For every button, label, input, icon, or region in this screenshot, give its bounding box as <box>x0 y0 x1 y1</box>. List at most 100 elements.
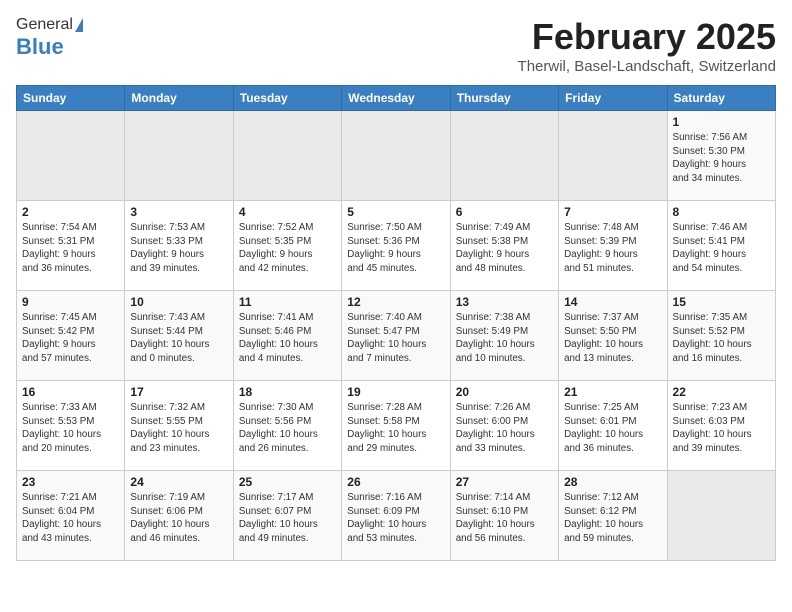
day-number: 9 <box>22 295 119 309</box>
day-number: 19 <box>347 385 444 399</box>
calendar-day: 1 Sunrise: 7:56 AM Sunset: 5:30 PM Daylig… <box>667 111 775 201</box>
logo-text: General Blue <box>16 16 83 60</box>
header-tuesday: Tuesday <box>233 86 341 111</box>
day-info: Sunrise: 7:28 AM Sunset: 5:58 PM Dayligh… <box>347 401 444 456</box>
day-info: Sunrise: 7:43 AM Sunset: 5:44 PM Dayligh… <box>130 311 227 366</box>
calendar-week-2: 2 Sunrise: 7:54 AM Sunset: 5:31 PM Daylig… <box>17 201 776 291</box>
day-number: 14 <box>564 295 661 309</box>
day-info: Sunrise: 7:14 AM Sunset: 6:10 PM Dayligh… <box>456 491 553 546</box>
day-number: 11 <box>239 295 336 309</box>
day-info: Sunrise: 7:50 AM Sunset: 5:36 PM Dayligh… <box>347 221 444 276</box>
calendar-day: 3 Sunrise: 7:53 AM Sunset: 5:33 PM Daylig… <box>125 201 233 291</box>
calendar-day: 4 Sunrise: 7:52 AM Sunset: 5:35 PM Daylig… <box>233 201 341 291</box>
day-info: Sunrise: 7:12 AM Sunset: 6:12 PM Dayligh… <box>564 491 661 546</box>
calendar-day: 11 Sunrise: 7:41 AM Sunset: 5:46 PM Dayli… <box>233 291 341 381</box>
day-number: 26 <box>347 475 444 489</box>
day-number: 8 <box>673 205 770 219</box>
day-info: Sunrise: 7:40 AM Sunset: 5:47 PM Dayligh… <box>347 311 444 366</box>
day-info: Sunrise: 7:37 AM Sunset: 5:50 PM Dayligh… <box>564 311 661 366</box>
day-number: 2 <box>22 205 119 219</box>
calendar-day: 27Sunrise: 7:14 AM Sunset: 6:10 PM Dayli… <box>450 471 558 561</box>
day-number: 21 <box>564 385 661 399</box>
calendar-day: 17 Sunrise: 7:32 AM Sunset: 5:55 PM Dayli… <box>125 381 233 471</box>
calendar-day: 7Sunrise: 7:48 AM Sunset: 5:39 PM Daylig… <box>559 201 667 291</box>
calendar-day: 15 Sunrise: 7:35 AM Sunset: 5:52 PM Dayli… <box>667 291 775 381</box>
calendar-week-5: 23 Sunrise: 7:21 AM Sunset: 6:04 PM Dayli… <box>17 471 776 561</box>
day-number: 18 <box>239 385 336 399</box>
day-number: 7 <box>564 205 661 219</box>
header-friday: Friday <box>559 86 667 111</box>
calendar-day <box>667 471 775 561</box>
day-info: Sunrise: 7:16 AM Sunset: 6:09 PM Dayligh… <box>347 491 444 546</box>
calendar-day: 9 Sunrise: 7:45 AM Sunset: 5:42 PM Daylig… <box>17 291 125 381</box>
day-number: 25 <box>239 475 336 489</box>
location-title: Therwil, Basel-Landschaft, Switzerland <box>518 58 776 75</box>
logo: General Blue <box>16 16 83 60</box>
calendar-week-4: 16Sunrise: 7:33 AM Sunset: 5:53 PM Dayli… <box>17 381 776 471</box>
header-monday: Monday <box>125 86 233 111</box>
day-number: 15 <box>673 295 770 309</box>
calendar-day: 28 Sunrise: 7:12 AM Sunset: 6:12 PM Dayli… <box>559 471 667 561</box>
day-info: Sunrise: 7:30 AM Sunset: 5:56 PM Dayligh… <box>239 401 336 456</box>
calendar-day: 22 Sunrise: 7:23 AM Sunset: 6:03 PM Dayli… <box>667 381 775 471</box>
day-info: Sunrise: 7:25 AM Sunset: 6:01 PM Dayligh… <box>564 401 661 456</box>
day-info: Sunrise: 7:26 AM Sunset: 6:00 PM Dayligh… <box>456 401 553 456</box>
month-title: February 2025 <box>518 16 776 58</box>
header-sunday: Sunday <box>17 86 125 111</box>
day-number: 28 <box>564 475 661 489</box>
day-number: 10 <box>130 295 227 309</box>
calendar-day <box>342 111 450 201</box>
day-number: 1 <box>673 115 770 129</box>
calendar-day <box>17 111 125 201</box>
calendar-day: 12 Sunrise: 7:40 AM Sunset: 5:47 PM Dayli… <box>342 291 450 381</box>
calendar-day: 18 Sunrise: 7:30 AM Sunset: 5:56 PM Dayli… <box>233 381 341 471</box>
day-info: Sunrise: 7:53 AM Sunset: 5:33 PM Dayligh… <box>130 221 227 276</box>
calendar-week-3: 9 Sunrise: 7:45 AM Sunset: 5:42 PM Daylig… <box>17 291 776 381</box>
day-number: 20 <box>456 385 553 399</box>
day-info: Sunrise: 7:19 AM Sunset: 6:06 PM Dayligh… <box>130 491 227 546</box>
day-info: Sunrise: 7:38 AM Sunset: 5:49 PM Dayligh… <box>456 311 553 366</box>
day-info: Sunrise: 7:35 AM Sunset: 5:52 PM Dayligh… <box>673 311 770 366</box>
day-info: Sunrise: 7:56 AM Sunset: 5:30 PM Dayligh… <box>673 131 770 186</box>
calendar-day: 24 Sunrise: 7:19 AM Sunset: 6:06 PM Dayli… <box>125 471 233 561</box>
day-info: Sunrise: 7:46 AM Sunset: 5:41 PM Dayligh… <box>673 221 770 276</box>
logo-blue: Blue <box>16 34 64 59</box>
calendar-day: 14 Sunrise: 7:37 AM Sunset: 5:50 PM Dayli… <box>559 291 667 381</box>
header-saturday: Saturday <box>667 86 775 111</box>
title-block: February 2025 Therwil, Basel-Landschaft,… <box>518 16 776 75</box>
calendar-day: 19 Sunrise: 7:28 AM Sunset: 5:58 PM Dayli… <box>342 381 450 471</box>
day-info: Sunrise: 7:54 AM Sunset: 5:31 PM Dayligh… <box>22 221 119 276</box>
calendar-day <box>125 111 233 201</box>
day-number: 24 <box>130 475 227 489</box>
header-wednesday: Wednesday <box>342 86 450 111</box>
calendar-day: 8 Sunrise: 7:46 AM Sunset: 5:41 PM Daylig… <box>667 201 775 291</box>
day-info: Sunrise: 7:17 AM Sunset: 6:07 PM Dayligh… <box>239 491 336 546</box>
calendar-week-1: 1 Sunrise: 7:56 AM Sunset: 5:30 PM Daylig… <box>17 111 776 201</box>
day-number: 4 <box>239 205 336 219</box>
day-number: 3 <box>130 205 227 219</box>
day-number: 12 <box>347 295 444 309</box>
day-info: Sunrise: 7:49 AM Sunset: 5:38 PM Dayligh… <box>456 221 553 276</box>
calendar-day <box>559 111 667 201</box>
day-number: 6 <box>456 205 553 219</box>
calendar-day: 26 Sunrise: 7:16 AM Sunset: 6:09 PM Dayli… <box>342 471 450 561</box>
calendar-day: 21 Sunrise: 7:25 AM Sunset: 6:01 PM Dayli… <box>559 381 667 471</box>
day-info: Sunrise: 7:41 AM Sunset: 5:46 PM Dayligh… <box>239 311 336 366</box>
weekday-header-row: Sunday Monday Tuesday Wednesday Thursday… <box>17 86 776 111</box>
day-number: 22 <box>673 385 770 399</box>
calendar-day: 20 Sunrise: 7:26 AM Sunset: 6:00 PM Dayli… <box>450 381 558 471</box>
calendar-day: 2 Sunrise: 7:54 AM Sunset: 5:31 PM Daylig… <box>17 201 125 291</box>
day-info: Sunrise: 7:32 AM Sunset: 5:55 PM Dayligh… <box>130 401 227 456</box>
day-info: Sunrise: 7:45 AM Sunset: 5:42 PM Dayligh… <box>22 311 119 366</box>
day-number: 17 <box>130 385 227 399</box>
page-header: General Blue February 2025 Therwil, Base… <box>16 16 776 75</box>
day-info: Sunrise: 7:23 AM Sunset: 6:03 PM Dayligh… <box>673 401 770 456</box>
calendar-day <box>450 111 558 201</box>
day-number: 23 <box>22 475 119 489</box>
calendar-day: 16Sunrise: 7:33 AM Sunset: 5:53 PM Dayli… <box>17 381 125 471</box>
calendar-day <box>233 111 341 201</box>
day-info: Sunrise: 7:52 AM Sunset: 5:35 PM Dayligh… <box>239 221 336 276</box>
day-number: 5 <box>347 205 444 219</box>
calendar-day: 23 Sunrise: 7:21 AM Sunset: 6:04 PM Dayli… <box>17 471 125 561</box>
day-info: Sunrise: 7:21 AM Sunset: 6:04 PM Dayligh… <box>22 491 119 546</box>
